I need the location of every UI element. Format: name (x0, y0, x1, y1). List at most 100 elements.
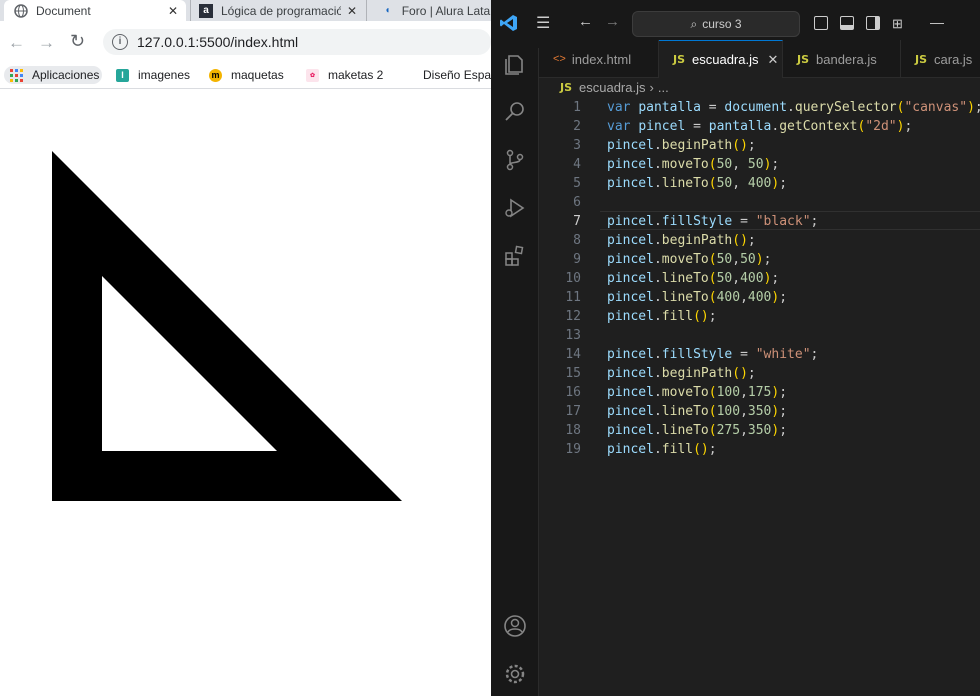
account-icon[interactable] (491, 606, 539, 646)
bookmark-como-icon: ✿ (306, 68, 319, 82)
close-tab-icon[interactable]: ✕ (347, 4, 357, 18)
command-center[interactable]: ⌕ curso 3 (632, 11, 800, 37)
editor-tab-label: index.html (571, 51, 632, 67)
explorer-icon[interactable] (491, 44, 539, 84)
js-file-icon: JS (560, 81, 573, 94)
code-line: 3 pincel.beginPath(); (539, 136, 980, 155)
breadcrumb[interactable]: JS escuadra.js › ... (560, 80, 669, 95)
code-line: 17 pincel.lineTo(100,350); (539, 402, 980, 421)
js-file-icon: JS (797, 52, 810, 66)
minimize-icon[interactable]: — (930, 14, 944, 30)
workspace-name: curso 3 (702, 17, 742, 31)
js-file-icon: JS (915, 52, 928, 66)
breadcrumb-symbol: ... (657, 80, 669, 95)
close-editor-icon[interactable]: ✕ (768, 52, 779, 68)
editor-tab-bandera-js[interactable]: JS bandera.js (783, 40, 901, 78)
line-number: 3 (573, 138, 581, 153)
code-text: pincel.fillStyle = "black"; (607, 214, 819, 229)
line-number: 1 (573, 100, 581, 115)
tab-foro[interactable]: ◖ Foro | Alura Latam (366, 0, 491, 21)
line-number: 15 (565, 366, 581, 381)
toggle-secondary-sidebar-icon[interactable] (866, 16, 880, 30)
tab-document[interactable]: Document ✕ (4, 0, 186, 21)
code-line: 11 pincel.lineTo(400,400); (539, 288, 980, 307)
globe-icon (14, 3, 28, 18)
alura-a-icon: a (199, 3, 213, 18)
toggle-sidebar-icon[interactable] (814, 16, 828, 30)
tab-logica[interactable]: a Lógica de programación ✕ (190, 0, 365, 21)
settings-gear-icon[interactable] (491, 654, 539, 694)
code-line: 1 var pantalla = document.querySelector("… (539, 98, 980, 117)
line-number: 4 (573, 157, 581, 172)
code-line: 13 (539, 326, 980, 345)
code-text: pincel.beginPath(); (607, 366, 756, 381)
bookmark-label: Diseño Españ (423, 68, 491, 82)
bookmark-label: imagenes (138, 68, 191, 82)
code-text: pincel.lineTo(100,350); (607, 404, 788, 419)
reload-icon[interactable]: ↻ (70, 31, 85, 52)
back-icon[interactable]: ← (8, 33, 25, 53)
editor-tab-escuadra-js[interactable]: JS escuadra.js ✕ (659, 40, 783, 78)
code-text: pincel.fillStyle = "white"; (607, 347, 819, 362)
menu-icon[interactable]: ☰ (536, 13, 550, 33)
tab-title: Foro | Alura Latam (401, 3, 491, 18)
line-number: 9 (573, 252, 581, 267)
line-number: 19 (565, 442, 581, 457)
line-number: 7 (573, 214, 581, 229)
code-text: pincel.lineTo(400,400); (607, 290, 788, 305)
nav-forward-icon[interactable]: → (605, 13, 620, 30)
line-number: 10 (565, 271, 581, 286)
html-file-icon: <> (553, 53, 566, 65)
bookmark-i-icon: I (116, 68, 129, 82)
code-line: 6 (539, 193, 980, 212)
run-debug-icon[interactable] (491, 188, 539, 228)
bookmark-maquetas[interactable]: m maquetas (209, 66, 284, 84)
code-line: 7 pincel.fillStyle = "black"; (539, 212, 980, 231)
info-icon[interactable]: i (112, 34, 128, 50)
code-line: 8 pincel.beginPath(); (539, 231, 980, 250)
bookmark-diseno[interactable]: Diseño Españ (423, 66, 491, 84)
extensions-icon[interactable] (491, 236, 539, 276)
code-text: pincel.moveTo(50, 50); (607, 157, 780, 172)
alura-icon: ◖ (384, 5, 391, 16)
tab-title: Lógica de programación (221, 3, 341, 18)
code-line: 4 pincel.moveTo(50, 50); (539, 155, 980, 174)
search-icon: ⌕ (690, 16, 698, 31)
editor-tab-index-html[interactable]: <> index.html (539, 40, 659, 78)
search-view-icon[interactable] (491, 92, 539, 132)
line-number: 12 (565, 309, 581, 324)
js-file-icon: JS (673, 53, 686, 66)
code-text: pincel.lineTo(50, 400); (607, 176, 788, 191)
source-control-icon[interactable] (491, 140, 539, 180)
code-line: 9 pincel.moveTo(50,50); (539, 250, 980, 269)
toggle-panel-icon[interactable] (840, 16, 854, 30)
customize-layout-icon[interactable]: ⊞ (892, 16, 903, 32)
bookmark-imagenes[interactable]: I imagenes (116, 66, 190, 84)
line-number: 17 (565, 404, 581, 419)
tab-title: Document (36, 3, 91, 18)
bookmark-maketas2[interactable]: ✿ maketas 2 (306, 66, 383, 84)
bookmark-label: Aplicaciones (32, 68, 100, 82)
bookmark-m-icon: m (209, 68, 222, 82)
code-text: pincel.moveTo(100,175); (607, 385, 788, 400)
line-number: 18 (565, 423, 581, 438)
apps-grid-icon (9, 68, 23, 82)
close-tab-icon[interactable]: ✕ (168, 4, 178, 18)
line-number: 2 (573, 119, 581, 134)
line-number: 13 (565, 328, 581, 343)
code-line: 16 pincel.moveTo(100,175); (539, 383, 980, 402)
code-line: 19 pincel.fill(); (539, 440, 980, 459)
code-line: 15 pincel.beginPath(); (539, 364, 980, 383)
line-number: 8 (573, 233, 581, 248)
code-line: 12 pincel.fill(); (539, 307, 980, 326)
editor-tab-cara-js[interactable]: JS cara.js (901, 40, 980, 78)
line-number: 11 (565, 290, 581, 305)
editor-tab-label: bandera.js (816, 51, 877, 67)
forward-icon[interactable]: → (38, 33, 55, 53)
editor-tab-label: cara.js (934, 51, 973, 67)
code-text: pincel.moveTo(50,50); (607, 252, 772, 267)
nav-back-icon[interactable]: ← (578, 13, 593, 30)
breadcrumb-separator-icon: › (649, 80, 654, 95)
bookmark-aplicaciones[interactable]: Aplicaciones (4, 66, 102, 84)
line-number: 5 (573, 176, 581, 191)
